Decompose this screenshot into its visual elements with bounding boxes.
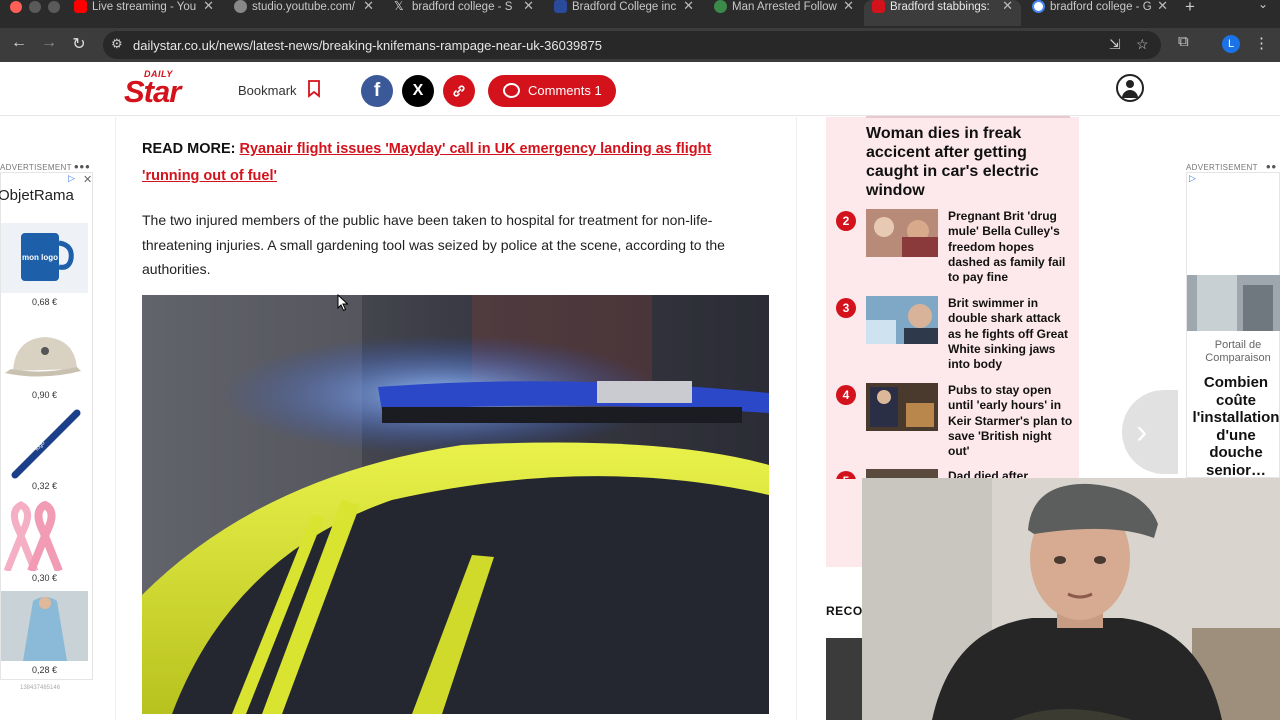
ad-price: 0,30 €: [31, 573, 58, 583]
trending-thumbnail: [866, 383, 938, 431]
browser-tab-bar: Live streaming - You ✕ studio.youtube.co…: [0, 0, 1280, 28]
star-icon[interactable]: ☆: [1136, 36, 1149, 53]
reload-icon[interactable]: ↻: [68, 34, 90, 54]
mug-product-image: mon logo: [1, 223, 88, 293]
ad-price: 0,90 €: [31, 390, 58, 400]
close-tab-icon[interactable]: ✕: [843, 0, 854, 13]
trending-headline-1[interactable]: Woman dies in freak accicent after getti…: [866, 124, 1061, 200]
facebook-share-button[interactable]: f: [361, 75, 393, 107]
browser-toolbar: ← → ↻ ⚙ dailystar.co.uk/news/latest-news…: [0, 28, 1280, 62]
ad-headline[interactable]: Combien coûte l'installation d'une douch…: [1190, 374, 1280, 479]
close-tab-icon[interactable]: ✕: [683, 0, 694, 13]
copy-link-button[interactable]: [443, 75, 475, 107]
minimize-window-icon[interactable]: [29, 1, 41, 13]
mouse-cursor-icon: [337, 294, 349, 312]
url-text[interactable]: dailystar.co.uk/news/latest-news/breakin…: [133, 38, 602, 53]
adchoices-icon[interactable]: ▷: [1189, 173, 1196, 184]
close-window-icon[interactable]: [10, 1, 22, 13]
trending-title: Brit swimmer in double shark attack as h…: [948, 296, 1069, 372]
ad-brand-name: ObjetRama: [0, 187, 74, 204]
police-car-photo[interactable]: [142, 295, 769, 714]
bookmark-icon[interactable]: [307, 80, 321, 98]
browser-tab[interactable]: 𝕏 bradford college - S ✕: [386, 0, 542, 26]
x-share-button[interactable]: X: [402, 75, 434, 107]
trending-rank: 5: [836, 471, 856, 479]
close-tab-icon[interactable]: ✕: [203, 0, 214, 13]
ad-price: 0,32 €: [31, 481, 58, 491]
extensions-icon[interactable]: ⧉: [1178, 33, 1189, 50]
read-more-prefix: READ MORE:: [142, 141, 236, 157]
site-info-icon[interactable]: ⚙: [111, 36, 123, 52]
profile-avatar[interactable]: L: [1222, 35, 1240, 53]
bathroom-ad-image: [1187, 275, 1280, 331]
forward-icon[interactable]: →: [38, 34, 60, 52]
carousel-next-button[interactable]: ›: [1122, 390, 1178, 474]
close-tab-icon[interactable]: ✕: [363, 0, 374, 13]
trending-rank: 3: [836, 298, 856, 318]
news-site-icon: [714, 0, 727, 13]
install-app-icon[interactable]: ⇲: [1109, 36, 1121, 53]
browser-tab[interactable]: Man Arrested Follow ✕: [706, 0, 862, 26]
cap-product-image: [5, 337, 81, 377]
ribbon-product-image: [3, 501, 63, 571]
close-tab-icon[interactable]: ✕: [1002, 0, 1013, 13]
comment-bubble-icon: [503, 83, 520, 98]
back-icon[interactable]: ←: [8, 34, 30, 52]
trending-title: Pubs to stay open until 'early hours' in…: [948, 383, 1073, 459]
ad-label-right: ADVERTISEMENT: [1186, 163, 1258, 172]
close-tab-icon[interactable]: ✕: [1157, 0, 1168, 13]
recommended-thumbnail[interactable]: [826, 638, 864, 720]
browser-menu-icon[interactable]: ⋮: [1254, 34, 1269, 52]
browser-tab[interactable]: Bradford College inc ✕: [546, 0, 702, 26]
ad-price: 0,28 €: [31, 665, 58, 675]
ad-code: 138437485146: [20, 685, 61, 691]
comments-label: Comments 1: [528, 83, 602, 98]
trending-title: Pregnant Brit 'drug mule' Bella Culley's…: [948, 209, 1066, 285]
close-tab-icon[interactable]: ✕: [523, 0, 534, 13]
browser-tab[interactable]: bradford college - G ✕: [1024, 0, 1176, 26]
pen-product-image: logo: [11, 409, 81, 479]
daily-star-icon: [872, 0, 885, 13]
daily-star-logo[interactable]: DAILY Star: [124, 69, 187, 109]
address-bar[interactable]: ⚙ dailystar.co.uk/news/latest-news/break…: [103, 31, 1161, 59]
globe-icon: [234, 0, 247, 13]
news-site-icon: [554, 0, 567, 13]
ad-close-icon[interactable]: ✕: [83, 173, 92, 186]
comments-button[interactable]: Comments 1: [488, 75, 616, 107]
trending-rank: 4: [836, 385, 856, 405]
logo-star: Star: [124, 74, 181, 109]
youtube-icon: [74, 0, 87, 13]
mug-logo-text: mon logo: [22, 253, 58, 262]
x-logo-icon: 𝕏: [394, 0, 404, 13]
read-more: READ MORE: Ryanair flight issues 'Mayday…: [142, 136, 762, 190]
trend-divider: [866, 116, 1070, 118]
trending-rank: 2: [836, 211, 856, 231]
link-icon: [453, 85, 465, 97]
poncho-product-image: [1, 591, 88, 661]
site-header: DAILY Star Bookmark f X Comments 1: [0, 62, 1280, 116]
chevron-down-icon[interactable]: ⌄: [1258, 0, 1268, 11]
browser-tab[interactable]: Live streaming - You ✕: [66, 0, 222, 26]
browser-tab[interactable]: studio.youtube.com/ ✕: [226, 0, 382, 26]
ad-price: 0,68 €: [31, 297, 58, 307]
webcam-overlay: [862, 478, 1280, 720]
new-tab-icon[interactable]: +: [1185, 0, 1195, 17]
trending-thumbnail: [866, 296, 938, 344]
google-icon: [1032, 0, 1045, 13]
ad-left-banner[interactable]: ▷ ✕ ObjetRama mon logo 0,68 € 0,90 € log…: [0, 172, 93, 680]
ad-label-left: ADVERTISEMENT: [0, 163, 72, 172]
ad-source-name: Portail de Comparaison: [1205, 339, 1271, 364]
browser-tab-active[interactable]: Bradford stabbings: ✕: [864, 0, 1021, 26]
trending-thumbnail: [866, 209, 938, 257]
article-paragraph: The two injured members of the public ha…: [142, 212, 725, 277]
chevron-right-icon: ›: [1136, 413, 1148, 451]
zoom-window-icon[interactable]: [48, 1, 60, 13]
bookmark-button[interactable]: Bookmark: [238, 83, 297, 98]
adchoices-icon[interactable]: ▷: [68, 173, 75, 184]
account-icon[interactable]: [1116, 74, 1144, 102]
